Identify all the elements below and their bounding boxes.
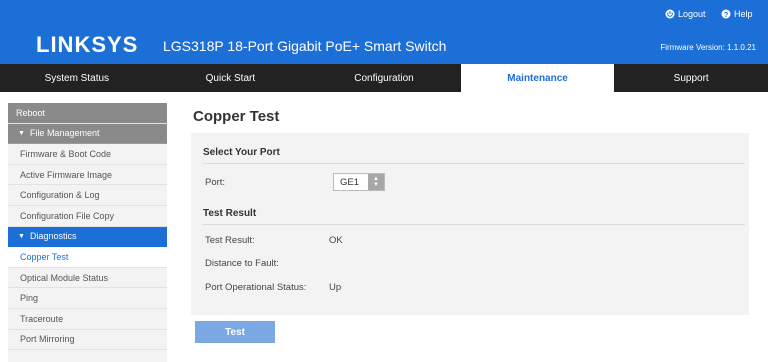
port-operational-status-label: Port Operational Status: <box>205 282 307 293</box>
caret-down-icon: ▼ <box>18 232 25 240</box>
header-bar: LINKSYS LGS318P 18-Port Gigabit PoE+ Sma… <box>0 0 768 64</box>
logout-link[interactable]: Logout <box>665 8 706 20</box>
power-icon <box>665 9 675 19</box>
linksys-logo: LINKSYS <box>36 32 139 57</box>
logout-label: Logout <box>678 9 706 19</box>
sidebar-item-active-firmware-image[interactable]: Active Firmware Image <box>8 165 167 186</box>
test-result-value: OK <box>329 235 343 246</box>
tab-maintenance[interactable]: Maintenance <box>460 64 615 92</box>
sidebar-item-label: Ping <box>20 293 39 304</box>
select-port-heading: Select Your Port <box>203 147 280 158</box>
main-content: Copper Test Select Your Port Port: GE1 ▲… <box>187 103 763 362</box>
tab-system-status[interactable]: System Status <box>0 64 154 92</box>
sidebar-item-optical-module-status[interactable]: Optical Module Status <box>8 268 167 289</box>
sidebar-item-label: Configuration & Log <box>20 190 100 201</box>
divider <box>203 163 745 164</box>
product-title: LGS318P 18-Port Gigabit PoE+ Smart Switc… <box>163 38 447 54</box>
copper-test-panel: Select Your Port Port: GE1 ▲ ▼ Test Resul… <box>191 133 749 315</box>
tab-configuration[interactable]: Configuration <box>307 64 461 92</box>
sidebar-item-label: Port Mirroring <box>20 334 75 345</box>
port-label: Port: <box>205 177 226 188</box>
svg-text:?: ? <box>724 10 729 19</box>
firmware-version: Firmware Version: 1.1.0.21 <box>660 43 756 52</box>
sidebar-section-diagnostics[interactable]: ▼ Diagnostics <box>8 226 167 248</box>
test-result-label: Test Result: <box>205 235 255 246</box>
top-navigation: System Status Quick Start Configuration … <box>0 64 768 92</box>
sidebar: Reboot ▼ File Management Firmware & Boot … <box>8 103 167 362</box>
sidebar-item-label: Reboot <box>16 107 46 118</box>
port-select[interactable]: GE1 ▲ ▼ <box>333 173 385 191</box>
test-button[interactable]: Test <box>195 321 275 343</box>
sidebar-item-label: Diagnostics <box>29 231 77 242</box>
sidebar-item-configuration-log[interactable]: Configuration & Log <box>8 185 167 206</box>
select-arrows-icon: ▲ ▼ <box>368 174 384 190</box>
divider <box>203 224 745 225</box>
sidebar-item-configuration-file-copy[interactable]: Configuration File Copy <box>8 206 167 227</box>
port-select-value: GE1 <box>340 176 360 188</box>
sidebar-item-traceroute[interactable]: Traceroute <box>8 309 167 330</box>
sidebar-item-reboot[interactable]: Reboot <box>8 103 167 124</box>
sidebar-item-label: Traceroute <box>20 313 64 324</box>
tab-support[interactable]: Support <box>614 64 768 92</box>
sidebar-item-firmware-boot-code[interactable]: Firmware & Boot Code <box>8 144 167 165</box>
sidebar-item-label: Configuration File Copy <box>20 210 115 221</box>
test-result-heading: Test Result <box>203 208 257 219</box>
distance-to-fault-label: Distance to Fault: <box>205 258 279 269</box>
sidebar-item-label: Copper Test <box>20 251 69 262</box>
sidebar-item-port-mirroring[interactable]: Port Mirroring <box>8 330 167 351</box>
sidebar-item-label: File Management <box>29 128 100 139</box>
sidebar-item-ping[interactable]: Ping <box>8 288 167 309</box>
sidebar-item-label: Firmware & Boot Code <box>20 148 112 159</box>
port-operational-status-value: Up <box>329 282 342 293</box>
page-title: Copper Test <box>193 108 280 125</box>
help-icon: ? <box>721 9 731 19</box>
sidebar-item-label: Active Firmware Image <box>20 169 113 180</box>
tab-quick-start[interactable]: Quick Start <box>154 64 308 92</box>
caret-down-icon: ▼ <box>18 129 25 137</box>
sidebar-item-label: Optical Module Status <box>20 272 109 283</box>
help-link[interactable]: ? Help <box>721 8 753 20</box>
help-label: Help <box>734 9 753 19</box>
sidebar-section-file-management[interactable]: ▼ File Management <box>8 123 167 145</box>
sidebar-item-copper-test[interactable]: Copper Test <box>8 247 167 268</box>
